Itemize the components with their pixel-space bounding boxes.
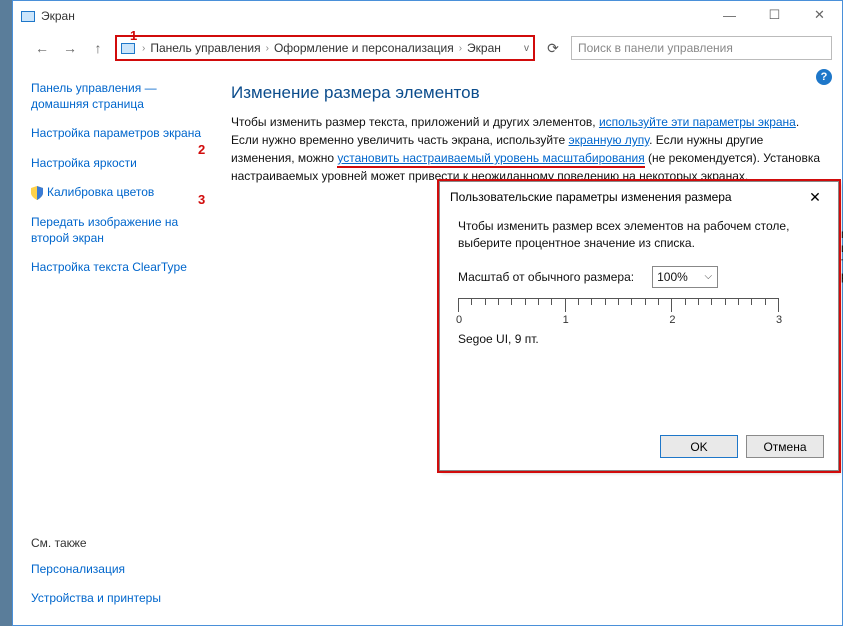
ruler-tick-minor	[605, 298, 606, 305]
up-button[interactable]: ↑	[87, 37, 109, 59]
window: 1 Экран — ☐ ✕ ← → ↑ › Панель управления …	[12, 0, 843, 626]
dialog-custom-scaling: Пользовательские параметры изменения раз…	[439, 181, 839, 471]
dialog-buttons: OK Отмена	[660, 435, 824, 458]
breadcrumb-item[interactable]: Панель управления	[148, 41, 262, 55]
ruler-tick-major	[458, 298, 459, 312]
close-window-button[interactable]: ✕	[797, 1, 842, 29]
ruler-tick-minor	[618, 298, 619, 305]
sidebar-item-brightness[interactable]: Настройка яркости	[31, 156, 211, 172]
sidebar-item-personalization[interactable]: Персонализация	[31, 562, 161, 578]
breadcrumb-item[interactable]: Оформление и персонализация	[272, 41, 456, 55]
ruler-tick-minor	[525, 298, 526, 305]
ruler-tick-minor	[645, 298, 646, 305]
scale-label: Масштаб от обычного размера:	[458, 270, 634, 284]
ruler-tick-minor	[631, 298, 632, 305]
scale-row: Масштаб от обычного размера: 100%	[458, 266, 820, 288]
breadcrumb-sep: ›	[263, 43, 272, 54]
ruler-tick-major	[565, 298, 566, 312]
ruler-tick-minor	[485, 298, 486, 305]
ruler-tick-major	[671, 298, 672, 312]
sidebar-footer: См. также Персонализация Устройства и пр…	[31, 536, 161, 607]
dialog-close-button[interactable]: ✕	[802, 186, 828, 208]
ruler-tick-minor	[738, 298, 739, 305]
forward-button[interactable]: →	[59, 37, 81, 59]
ruler-tick-minor	[751, 298, 752, 305]
ruler-tick-minor	[765, 298, 766, 305]
back-button[interactable]: ←	[31, 37, 53, 59]
annotation-2: 2	[198, 142, 205, 157]
ruler-tick-minor	[578, 298, 579, 305]
ruler[interactable]: 0123	[458, 298, 778, 328]
sidebar-item-label: Калибровка цветов	[47, 185, 154, 199]
link-custom-scaling[interactable]: установить настраиваемый уровень масштаб…	[337, 151, 644, 168]
body: Панель управления — домашняя страница На…	[13, 73, 842, 625]
ruler-tick-minor	[725, 298, 726, 305]
minimize-button[interactable]: —	[707, 1, 752, 29]
ruler-tick-minor	[698, 298, 699, 305]
sidebar-item-devices[interactable]: Устройства и принтеры	[31, 591, 161, 607]
ruler-tick-minor	[511, 298, 512, 305]
ruler-tick-minor	[471, 298, 472, 305]
breadcrumb-item[interactable]: Экран	[465, 41, 503, 55]
ruler-tick-minor	[538, 298, 539, 305]
breadcrumb-dropdown[interactable]: v	[518, 43, 529, 54]
dialog-title-text: Пользовательские параметры изменения раз…	[450, 190, 732, 204]
ruler-label: 0	[456, 314, 462, 326]
scale-value: 100%	[657, 270, 688, 284]
dialog-title: Пользовательские параметры изменения раз…	[440, 182, 838, 212]
ruler-label: 3	[776, 314, 782, 326]
link-magnifier[interactable]: экранную лупу	[569, 133, 650, 147]
annotation-3: 3	[198, 192, 205, 207]
annotation-1: 1	[130, 28, 137, 43]
breadcrumb-sep: ›	[139, 43, 148, 54]
dialog-instructions: Чтобы изменить размер всех элементов на …	[458, 218, 820, 252]
monitor-icon	[21, 11, 35, 22]
breadcrumb-sep: ›	[456, 43, 465, 54]
ruler-label: 1	[563, 314, 569, 326]
refresh-button[interactable]: ⟳	[541, 40, 565, 57]
cancel-button[interactable]: Отмена	[746, 435, 824, 458]
dialog-body: Чтобы изменить размер всех элементов на …	[440, 212, 838, 358]
sidebar-item-cleartype[interactable]: Настройка текста ClearType	[31, 260, 211, 276]
scale-select[interactable]: 100%	[652, 266, 718, 288]
ruler-tick-minor	[498, 298, 499, 305]
link-display-params[interactable]: используйте эти параметры экрана	[599, 115, 796, 129]
ruler-label: 2	[669, 314, 675, 326]
nav-row: ← → ↑ › Панель управления › Оформление и…	[13, 31, 842, 65]
window-controls: — ☐ ✕	[707, 1, 842, 29]
page-title: Изменение размера элементов	[231, 83, 820, 103]
sidebar: Панель управления — домашняя страница На…	[13, 73, 223, 625]
sidebar-item-display-params[interactable]: Настройка параметров экрана	[31, 126, 211, 142]
search-placeholder: Поиск в панели управления	[578, 41, 733, 55]
search-input[interactable]: Поиск в панели управления	[571, 36, 832, 60]
body-text: Чтобы изменить размер текста, приложений…	[231, 113, 820, 185]
sidebar-item-color-calibration[interactable]: Калибровка цветов	[31, 185, 211, 201]
shield-icon	[31, 186, 43, 200]
maximize-button[interactable]: ☐	[752, 1, 797, 29]
external-strip	[0, 0, 12, 626]
text: Чтобы изменить размер текста, приложений…	[231, 115, 599, 129]
font-sample: Segoe UI, 9 пт.	[458, 332, 820, 346]
ruler-tick-minor	[591, 298, 592, 305]
window-title: Экран	[41, 9, 75, 23]
see-also-heading: См. также	[31, 536, 161, 550]
ruler-tick-minor	[685, 298, 686, 305]
monitor-icon	[121, 43, 135, 54]
ruler-tick-minor	[551, 298, 552, 305]
ok-button[interactable]: OK	[660, 435, 738, 458]
breadcrumb[interactable]: › Панель управления › Оформление и персо…	[115, 35, 535, 61]
sidebar-item-project[interactable]: Передать изображение на второй экран	[31, 215, 211, 246]
main: Изменение размера элементов Чтобы измени…	[223, 73, 842, 625]
sidebar-item-home[interactable]: Панель управления — домашняя страница	[31, 81, 211, 112]
ruler-tick-minor	[658, 298, 659, 305]
ruler-tick-minor	[711, 298, 712, 305]
ruler-tick-major	[778, 298, 779, 312]
